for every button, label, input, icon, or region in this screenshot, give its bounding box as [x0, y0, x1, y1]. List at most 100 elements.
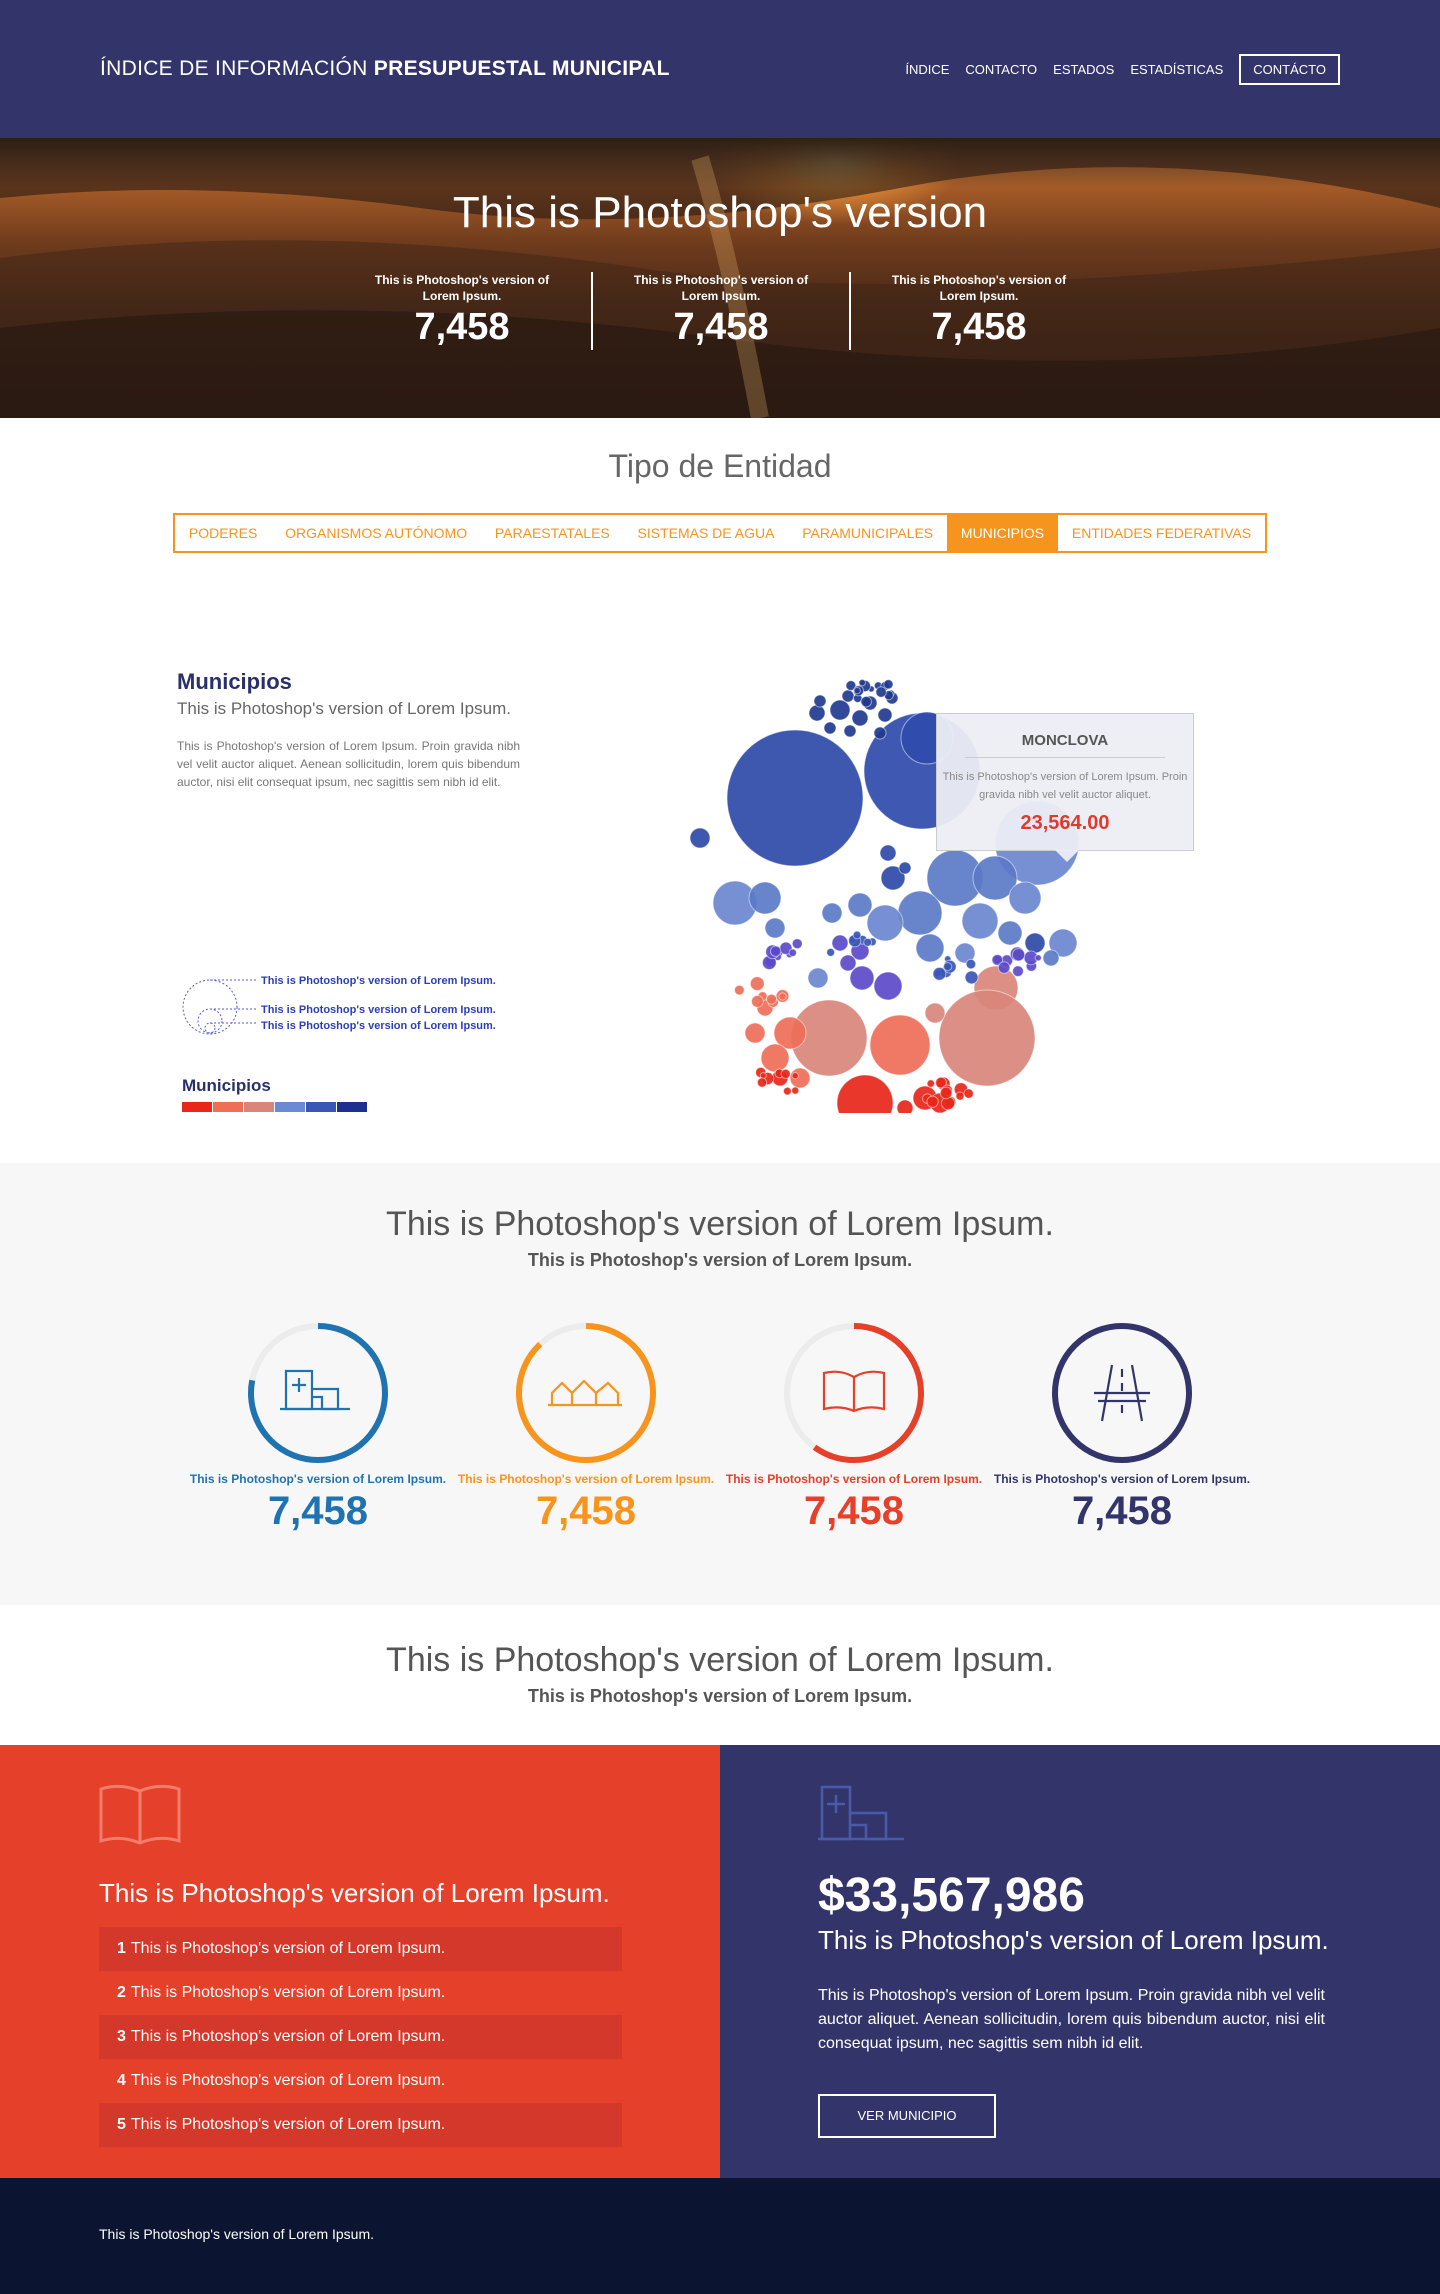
municipio-bubble[interactable] — [915, 933, 945, 963]
tab-entidades-federativas[interactable]: ENTIDADES FEDERATIVAS — [1058, 515, 1265, 551]
municipio-bubble[interactable] — [963, 1088, 974, 1099]
municipio-bubble[interactable] — [791, 938, 803, 950]
municipio-bubble[interactable] — [808, 704, 826, 722]
municipio-bubble[interactable] — [760, 1043, 790, 1073]
municipio-bubble[interactable] — [943, 962, 953, 972]
municipio-bubble[interactable] — [964, 970, 979, 985]
municipio-bubble[interactable] — [843, 724, 857, 738]
ranking-item[interactable]: 3 This is Photoshop's version of Lorem Ip… — [99, 2015, 622, 2059]
municipio-bubble[interactable] — [791, 1072, 799, 1080]
municipio-bubble[interactable] — [782, 1086, 792, 1096]
municipio-bubble[interactable] — [821, 902, 843, 924]
municipio-bubble[interactable] — [839, 954, 857, 972]
municipio-bubble[interactable] — [873, 971, 903, 1001]
municipio-bubble[interactable] — [836, 1074, 894, 1113]
municipio-bubble[interactable] — [744, 1022, 766, 1044]
ver-municipio-button[interactable]: VER MUNICIPIO — [818, 2094, 996, 2138]
nav-link-estadisticas[interactable]: ESTADÍSTICAS — [1130, 62, 1223, 77]
municipio-bubble[interactable] — [860, 695, 872, 708]
ranking-item[interactable]: 4 This is Photoshop's version of Lorem Ip… — [99, 2059, 622, 2103]
ranking-item[interactable]: 5 This is Photoshop's version of Lorem Ip… — [99, 2103, 622, 2147]
municipio-bubble[interactable] — [924, 1002, 946, 1024]
municipio-bubble[interactable] — [734, 984, 745, 996]
tab-paraestatales[interactable]: PARAESTATALES — [481, 515, 624, 551]
municipio-bubble[interactable] — [813, 694, 827, 708]
tab-sistemas-de-agua[interactable]: SISTEMAS DE AGUA — [624, 515, 789, 551]
municipio-bubble[interactable] — [807, 967, 829, 989]
municipio-bubble[interactable] — [926, 1079, 936, 1088]
municipio-bubble[interactable] — [869, 1014, 931, 1076]
nav-link-contacto[interactable]: CONTACTO — [965, 62, 1037, 77]
municipio-bubble[interactable] — [847, 892, 873, 918]
municipio-bubble[interactable] — [896, 1099, 914, 1113]
tab-organismos-autonomo[interactable]: ORGANISMOS AUTÓNOMO — [271, 515, 481, 551]
municipio-bubble[interactable] — [851, 709, 869, 727]
municipio-bubble[interactable] — [726, 729, 864, 867]
municipio-bubble[interactable] — [853, 686, 861, 695]
municipio-bubble[interactable] — [826, 947, 836, 957]
municipio-bubble[interactable] — [689, 827, 711, 849]
municipio-bubble[interactable] — [829, 699, 851, 721]
tab-municipios[interactable]: MUNICIPIOS — [947, 515, 1059, 551]
municipio-bubble[interactable] — [1008, 881, 1042, 915]
municipio-bubble[interactable] — [780, 1068, 791, 1080]
municipio-bubble[interactable] — [852, 930, 862, 940]
nav-contacto-button[interactable]: CONTÁCTO — [1239, 53, 1340, 85]
site-brand[interactable]: ÍNDICE DE INFORMACIÓN PRESUPUESTAL MUNIC… — [100, 57, 670, 81]
municipio-bubble[interactable] — [866, 904, 904, 942]
municipio-bubble[interactable] — [778, 992, 787, 1001]
municipio-bubble[interactable] — [955, 1091, 965, 1101]
municipios-title: Municipios — [177, 669, 292, 694]
municipio-bubble[interactable] — [897, 890, 943, 936]
municipio-bubble[interactable] — [831, 934, 849, 952]
municipio-bubble[interactable] — [863, 937, 873, 947]
municipio-bubble[interactable] — [766, 993, 778, 1005]
municipio-bubble[interactable] — [873, 726, 887, 740]
municipio-bubble[interactable] — [932, 966, 947, 981]
municipio-bubble[interactable] — [877, 707, 893, 723]
municipio-bubble[interactable] — [788, 948, 797, 957]
municipio-bubble[interactable] — [1024, 932, 1046, 954]
municipio-bubble[interactable] — [748, 881, 782, 915]
tab-paramunicipales[interactable]: PARAMUNICIPALES — [788, 515, 947, 551]
municipio-bubble[interactable] — [883, 679, 894, 690]
ranking-item[interactable]: 2 This is Photoshop's version of Lorem Ip… — [99, 1971, 622, 2015]
municipio-bubble[interactable] — [879, 844, 897, 862]
municipio-bubble[interactable] — [749, 976, 765, 992]
municipio-bubble[interactable] — [875, 686, 887, 698]
hospital-icon — [818, 1785, 904, 1841]
municipio-bubble[interactable] — [997, 920, 1023, 946]
municipio-bubble[interactable] — [751, 995, 764, 1008]
municipio-bubble[interactable] — [823, 721, 837, 735]
municipio-bubble[interactable] — [1034, 954, 1042, 962]
municipio-bubble[interactable] — [841, 689, 855, 703]
municipio-bubble[interactable] — [1011, 948, 1026, 962]
municipio-bubble[interactable] — [764, 917, 786, 939]
municipio-bubble[interactable] — [926, 1095, 939, 1108]
municipio-bubble[interactable] — [1042, 949, 1060, 967]
municipio-bubble[interactable] — [961, 902, 999, 940]
municipio-bubble[interactable] — [1012, 965, 1024, 978]
municipio-bubble[interactable] — [849, 965, 875, 991]
municipio-bubble[interactable] — [756, 1077, 768, 1088]
ranking-item[interactable]: 1 This is Photoshop's version of Lorem Ip… — [99, 1927, 622, 1971]
municipio-bubble[interactable] — [769, 945, 782, 957]
nav-link-indice[interactable]: ÍNDICE — [905, 62, 949, 77]
ranking-text: This is Photoshop's version of Lorem Ips… — [130, 1940, 446, 1957]
intro-title: This is Photoshop's version of Lorem Ips… — [386, 1641, 1054, 1679]
municipios-description: This is Photoshop's version of Lorem Ips… — [177, 739, 520, 789]
municipio-bubble[interactable] — [965, 958, 977, 970]
municipios-section: Municipios This is Photoshop's version o… — [0, 553, 1440, 1163]
nav-link-estados[interactable]: ESTADOS — [1053, 62, 1114, 77]
municipio-bubble[interactable] — [791, 1086, 800, 1095]
municipio-bubble[interactable] — [939, 1086, 953, 1100]
municipio-bubble[interactable] — [898, 861, 912, 875]
hero-title: This is Photoshop's version — [452, 188, 988, 237]
municipio-bubble[interactable] — [997, 961, 1011, 974]
intro-section: This is Photoshop's version of Lorem Ips… — [0, 1605, 1440, 1745]
ranking-list: 1 This is Photoshop's version of Lorem Ip… — [99, 1927, 622, 2147]
tab-poderes[interactable]: PODERES — [175, 515, 271, 551]
municipio-bubble[interactable] — [938, 989, 1036, 1087]
municipio-bubble[interactable] — [858, 678, 866, 687]
hero-stat-value: 7,458 — [673, 306, 769, 348]
